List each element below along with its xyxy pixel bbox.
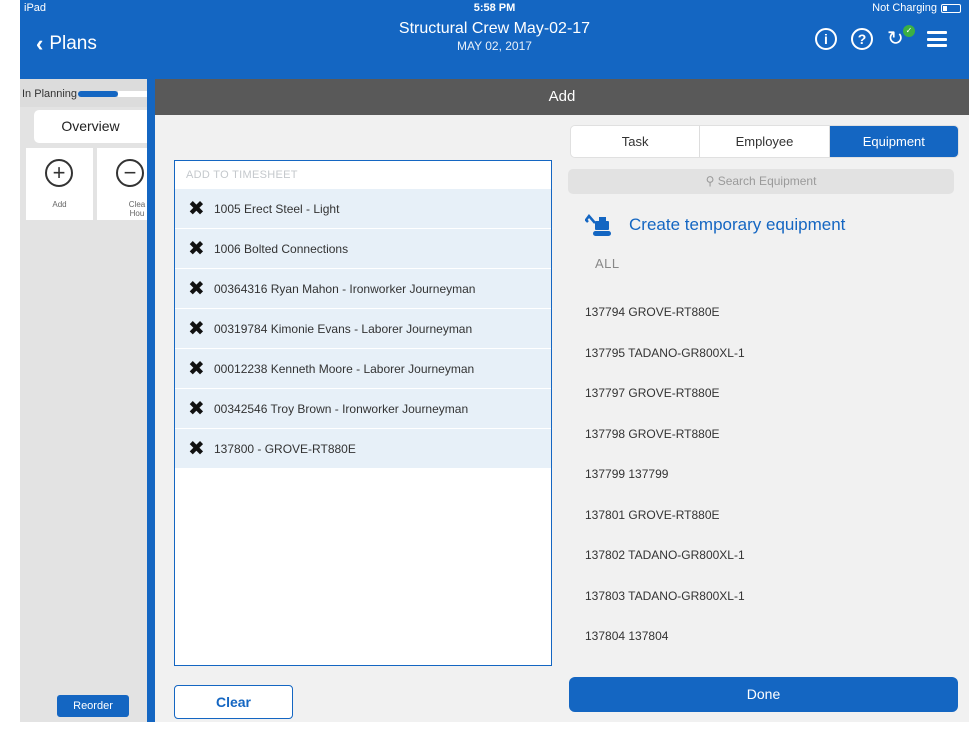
list-item[interactable]: 137799 137799: [585, 454, 745, 495]
plan-status-label: In Planning: [22, 88, 78, 100]
timesheet-row-label: 00364316 Ryan Mahon - Ironworker Journey…: [214, 281, 476, 296]
timesheet-row-label: 00342546 Troy Brown - Ironworker Journey…: [214, 401, 469, 416]
timesheet-row: ✖ 00319784 Kimonie Evans - Laborer Journ…: [175, 309, 551, 349]
plus-circle-icon: +: [45, 159, 73, 187]
list-item[interactable]: 137794 GROVE-RT880E: [585, 292, 745, 333]
remove-icon[interactable]: ✖: [188, 239, 214, 259]
timesheet-row: ✖ 00012238 Kenneth Moore - Laborer Journ…: [175, 349, 551, 389]
ipad-app-window: iPad 5:58 PM Not Charging ‹ Plans Struct…: [20, 0, 969, 722]
list-item[interactable]: 137802 TADANO-GR800XL-1: [585, 535, 745, 576]
remove-icon[interactable]: ✖: [188, 319, 214, 339]
status-bar: iPad 5:58 PM Not Charging: [20, 0, 969, 17]
status-right: Not Charging: [872, 2, 961, 14]
add-tile[interactable]: + Add: [26, 148, 93, 220]
equipment-list: 137794 GROVE-RT880E 137795 TADANO-GR800X…: [585, 292, 745, 657]
timesheet-row-label: 137800 - GROVE-RT880E: [214, 441, 356, 456]
list-item[interactable]: 137795 TADANO-GR800XL-1: [585, 333, 745, 374]
timesheet-row: ✖ 1006 Bolted Connections: [175, 229, 551, 269]
help-icon[interactable]: ?: [851, 28, 873, 50]
remove-icon[interactable]: ✖: [188, 279, 214, 299]
timesheet-row: ✖ 137800 - GROVE-RT880E: [175, 429, 551, 469]
timesheet-row-label: 00012238 Kenneth Moore - Laborer Journey…: [214, 361, 475, 376]
list-item[interactable]: 137797 GROVE-RT880E: [585, 373, 745, 414]
create-temp-label: Create temporary equipment: [629, 215, 846, 234]
sync-icon[interactable]: ↻ ✓: [887, 25, 915, 51]
tab-equipment[interactable]: Equipment: [829, 126, 958, 157]
list-item[interactable]: 137804 137804: [585, 616, 745, 657]
timesheet-row-label: 1005 Erect Steel - Light: [214, 201, 340, 216]
clear-button[interactable]: Clear: [174, 685, 293, 719]
filter-all-label: ALL: [595, 256, 620, 271]
remove-icon[interactable]: ✖: [188, 439, 214, 459]
tool-tiles: + Add − Clea Hou: [26, 148, 147, 220]
tab-task[interactable]: Task: [571, 126, 701, 157]
tab-overview[interactable]: Overview: [34, 110, 147, 143]
remove-icon[interactable]: ✖: [188, 359, 214, 379]
plan-progress-bar: [78, 91, 118, 97]
info-icon[interactable]: i: [815, 28, 837, 50]
list-item[interactable]: 137801 GROVE-RT880E: [585, 495, 745, 536]
clear-hours-tile-label: Clea Hou: [128, 200, 146, 218]
menu-icon[interactable]: [927, 31, 947, 47]
excavator-icon: [585, 214, 611, 236]
minus-circle-icon: −: [116, 159, 144, 187]
panel-divider: [147, 79, 155, 722]
reorder-button[interactable]: Reorder: [57, 695, 129, 717]
search-equipment-input[interactable]: ⚲ Search Equipment: [568, 169, 954, 194]
battery-text: Not Charging: [872, 2, 937, 14]
add-tile-label: Add: [52, 200, 67, 209]
remove-icon[interactable]: ✖: [188, 199, 214, 219]
done-button[interactable]: Done: [569, 677, 958, 712]
search-icon: ⚲: [705, 174, 715, 188]
plan-progress-track: [118, 91, 147, 97]
timesheet-row-label: 1006 Bolted Connections: [214, 241, 349, 256]
clear-hours-tile[interactable]: − Clea Hou: [97, 148, 147, 220]
clock: 5:58 PM: [473, 2, 516, 14]
plan-status: In Planning: [20, 79, 147, 107]
sync-ok-icon: ✓: [903, 25, 915, 37]
timesheet-row-label: 00319784 Kimonie Evans - Laborer Journey…: [214, 321, 473, 336]
nav-bar: ‹ Plans Structural Crew May-02-17 MAY 02…: [20, 17, 969, 79]
create-temporary-equipment-button[interactable]: Create temporary equipment: [585, 210, 845, 240]
nav-actions: i ? ↻ ✓: [815, 25, 947, 51]
timesheet-header: ADD TO TIMESHEET: [186, 169, 298, 181]
panel-header: Add: [155, 79, 969, 115]
list-item[interactable]: 137803 TADANO-GR800XL-1: [585, 576, 745, 617]
timesheet-list: ADD TO TIMESHEET ✖ 1005 Erect Steel - Li…: [174, 160, 552, 666]
timesheet-row: ✖ 1005 Erect Steel - Light: [175, 189, 551, 229]
list-item[interactable]: 137798 GROVE-RT880E: [585, 414, 745, 455]
timesheet-row: ✖ 00364316 Ryan Mahon - Ironworker Journ…: [175, 269, 551, 309]
timesheet-row: ✖ 00342546 Troy Brown - Ironworker Journ…: [175, 389, 551, 429]
search-placeholder: Search Equipment: [717, 174, 817, 188]
sidebar: In Planning Overview + Add − Clea Hou Re…: [20, 79, 147, 722]
tab-employee[interactable]: Employee: [700, 126, 830, 157]
remove-icon[interactable]: ✖: [188, 399, 214, 419]
add-panel: Add ADD TO TIMESHEET ✖ 1005 Erect Steel …: [155, 79, 969, 722]
type-segmented-control: Task Employee Equipment: [570, 125, 959, 158]
battery-icon: [941, 3, 961, 13]
